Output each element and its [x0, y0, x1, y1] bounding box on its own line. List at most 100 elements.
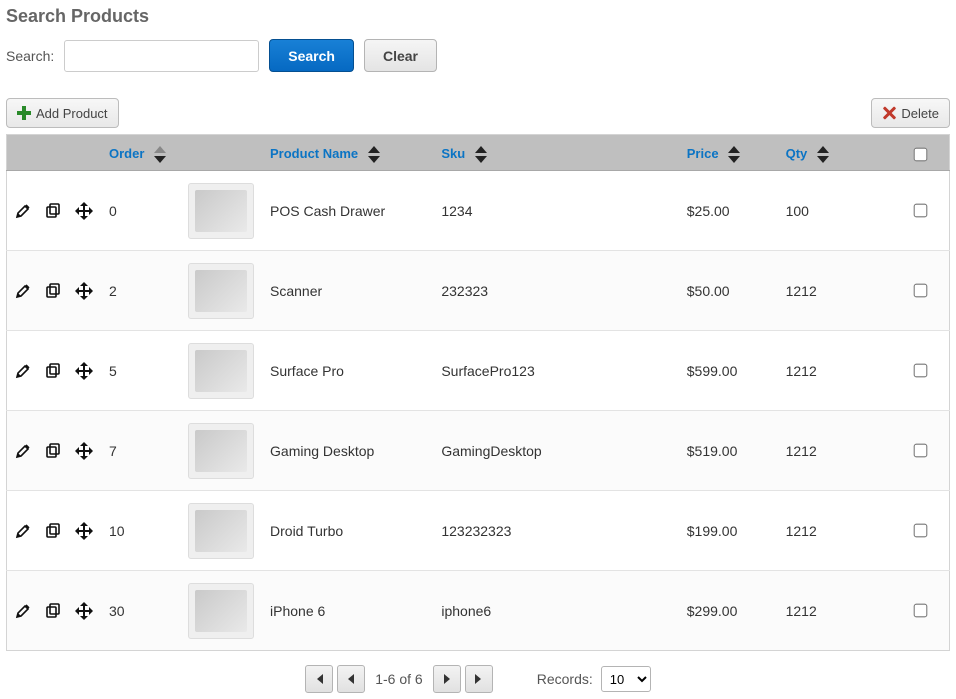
copy-button[interactable]	[45, 523, 61, 539]
table-row: 30 iPhone 6 iphone6 $299.00 1212	[7, 571, 950, 651]
cell-qty: 1212	[778, 491, 891, 571]
move-icon[interactable]	[75, 362, 93, 380]
pencil-icon	[15, 283, 31, 299]
first-page-icon	[313, 673, 325, 685]
row-checkbox[interactable]	[913, 204, 927, 218]
records-select[interactable]: 10	[601, 666, 651, 692]
header-name-label: Product Name	[270, 146, 358, 161]
prev-page-button[interactable]	[337, 665, 365, 693]
row-checkbox[interactable]	[913, 444, 927, 458]
cell-price: $599.00	[679, 331, 778, 411]
cell-qty: 1212	[778, 411, 891, 491]
header-qty[interactable]: Qty	[778, 135, 891, 171]
row-checkbox[interactable]	[913, 364, 927, 378]
header-qty-label: Qty	[786, 146, 808, 161]
sort-icon	[475, 146, 487, 163]
x-icon	[882, 106, 896, 120]
clear-button[interactable]: Clear	[364, 39, 437, 72]
cell-price: $519.00	[679, 411, 778, 491]
header-actions	[7, 135, 102, 171]
cell-qty: 1212	[778, 251, 891, 331]
row-checkbox[interactable]	[913, 524, 927, 538]
delete-label: Delete	[901, 106, 939, 121]
row-checkbox[interactable]	[913, 604, 927, 618]
search-label: Search:	[6, 48, 54, 64]
sort-icon	[154, 146, 166, 163]
cell-sku: iphone6	[433, 571, 678, 651]
search-bar: Search: Search Clear	[6, 39, 950, 72]
cell-order: 10	[101, 491, 180, 571]
product-thumbnail	[188, 183, 254, 239]
cell-sku: SurfacePro123	[433, 331, 678, 411]
product-thumbnail	[188, 583, 254, 639]
row-actions	[15, 202, 93, 220]
move-icon[interactable]	[75, 602, 93, 620]
page-title: Search Products	[6, 6, 950, 27]
move-icon[interactable]	[75, 442, 93, 460]
cell-order: 0	[101, 171, 180, 251]
select-all-checkbox[interactable]	[913, 148, 927, 162]
pager-nav: 1-6 of 6	[305, 665, 492, 693]
move-icon[interactable]	[75, 522, 93, 540]
cell-sku: 123232323	[433, 491, 678, 571]
delete-button[interactable]: Delete	[871, 98, 950, 128]
header-name[interactable]: Product Name	[262, 135, 433, 171]
search-button[interactable]: Search	[269, 39, 354, 72]
copy-button[interactable]	[45, 603, 61, 619]
cell-name: Droid Turbo	[262, 491, 433, 571]
cell-qty: 1212	[778, 571, 891, 651]
last-page-button[interactable]	[465, 665, 493, 693]
row-actions	[15, 602, 93, 620]
table-row: 5 Surface Pro SurfacePro123 $599.00 1212	[7, 331, 950, 411]
next-page-button[interactable]	[433, 665, 461, 693]
header-image	[180, 135, 262, 171]
table-row: 2 Scanner 232323 $50.00 1212	[7, 251, 950, 331]
copy-button[interactable]	[45, 203, 61, 219]
sort-icon	[728, 146, 740, 163]
header-price[interactable]: Price	[679, 135, 778, 171]
cell-price: $25.00	[679, 171, 778, 251]
cell-order: 5	[101, 331, 180, 411]
edit-button[interactable]	[15, 443, 31, 459]
row-actions	[15, 522, 93, 540]
chevron-right-icon	[442, 673, 452, 685]
cell-name: Gaming Desktop	[262, 411, 433, 491]
header-sku[interactable]: Sku	[433, 135, 678, 171]
header-sku-label: Sku	[441, 146, 465, 161]
copy-button[interactable]	[45, 443, 61, 459]
first-page-button[interactable]	[305, 665, 333, 693]
header-select-all	[890, 135, 949, 171]
edit-button[interactable]	[15, 523, 31, 539]
row-actions	[15, 362, 93, 380]
product-thumbnail	[188, 423, 254, 479]
add-product-button[interactable]: Add Product	[6, 98, 119, 128]
chevron-left-icon	[346, 673, 356, 685]
edit-button[interactable]	[15, 363, 31, 379]
move-icon[interactable]	[75, 202, 93, 220]
table-header-row: Order Product Name Sku Price Qty	[7, 135, 950, 171]
cell-order: 2	[101, 251, 180, 331]
last-page-icon	[473, 673, 485, 685]
product-thumbnail	[188, 263, 254, 319]
row-checkbox[interactable]	[913, 284, 927, 298]
pencil-icon	[15, 523, 31, 539]
edit-button[interactable]	[15, 203, 31, 219]
search-input[interactable]	[64, 40, 259, 72]
add-product-label: Add Product	[36, 106, 108, 121]
header-order[interactable]: Order	[101, 135, 180, 171]
table-row: 0 POS Cash Drawer 1234 $25.00 100	[7, 171, 950, 251]
cell-order: 7	[101, 411, 180, 491]
copy-icon	[45, 203, 61, 219]
copy-button[interactable]	[45, 283, 61, 299]
move-icon[interactable]	[75, 282, 93, 300]
copy-button[interactable]	[45, 363, 61, 379]
copy-icon	[45, 443, 61, 459]
copy-icon	[45, 603, 61, 619]
header-price-label: Price	[687, 146, 719, 161]
cell-name: POS Cash Drawer	[262, 171, 433, 251]
edit-button[interactable]	[15, 283, 31, 299]
pager: 1-6 of 6 Records: 10	[6, 665, 950, 693]
header-order-label: Order	[109, 146, 144, 161]
edit-button[interactable]	[15, 603, 31, 619]
toolbar: Add Product Delete	[6, 98, 950, 128]
